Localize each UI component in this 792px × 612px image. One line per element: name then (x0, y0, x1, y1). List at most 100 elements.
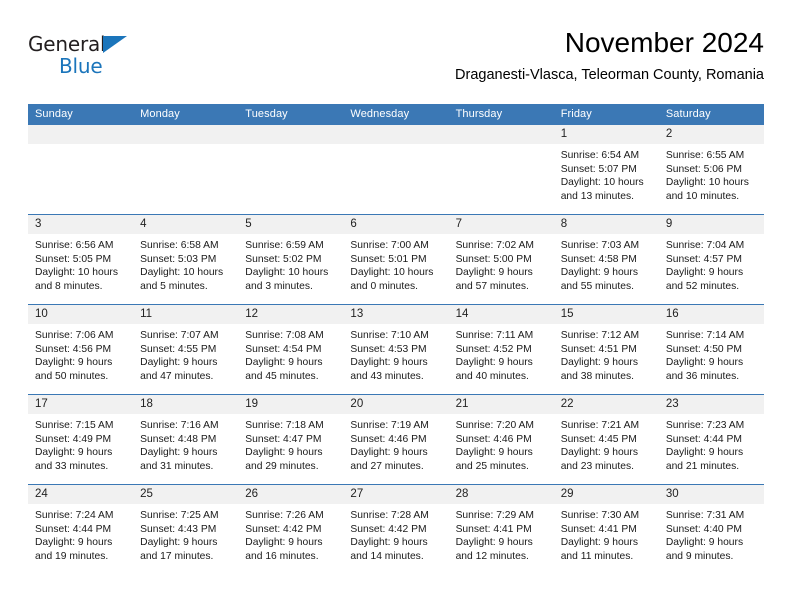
day-cell[interactable]: Sunrise: 7:18 AM Sunset: 4:47 PM Daylight:… (238, 414, 343, 484)
day-number[interactable]: 26 (238, 485, 343, 504)
day-cell[interactable]: Sunrise: 7:06 AM Sunset: 4:56 PM Daylight:… (28, 324, 133, 394)
sunset-text: Sunset: 4:41 PM (455, 523, 532, 535)
day-cell[interactable]: Sunrise: 7:20 AM Sunset: 4:46 PM Daylight:… (449, 414, 554, 484)
day-cell[interactable]: Sunrise: 7:26 AM Sunset: 4:42 PM Daylight:… (238, 504, 343, 574)
day-number[interactable]: 19 (238, 395, 343, 414)
day-cell[interactable]: Sunrise: 7:25 AM Sunset: 4:43 PM Daylight:… (133, 504, 238, 574)
day-number[interactable]: 28 (449, 485, 554, 504)
day-number[interactable]: 22 (554, 395, 659, 414)
weekday-header-row: Sunday Monday Tuesday Wednesday Thursday Frid… (28, 104, 764, 125)
day-number[interactable]: 3 (28, 215, 133, 234)
day-number[interactable]: 1 (554, 125, 659, 144)
day-number[interactable]: 11 (133, 305, 238, 324)
day-number[interactable]: 8 (554, 215, 659, 234)
day-number[interactable]: 13 (343, 305, 448, 324)
day-cell[interactable]: Sunrise: 7:29 AM Sunset: 4:41 PM Daylight:… (449, 504, 554, 574)
daylight-text-cont: and 27 minutes. (350, 460, 424, 472)
day-number[interactable]: 4 (133, 215, 238, 234)
sunrise-text: Sunrise: 7:23 AM (665, 420, 745, 431)
day-cell[interactable]: Sunrise: 7:08 AM Sunset: 4:54 PM Daylight:… (238, 324, 343, 394)
day-cell[interactable]: Sunrise: 6:54 AM Sunset: 5:07 PM Daylight:… (554, 144, 659, 214)
sunset-text: Sunset: 4:50 PM (665, 343, 742, 355)
day-detail-row: Sunrise: 7:24 AM Sunset: 4:44 PM Daylight:… (28, 504, 764, 574)
daylight-text: Daylight: 9 hours (665, 357, 744, 369)
day-number-row: 3456789 (28, 215, 764, 234)
day-number-empty (343, 125, 448, 144)
day-cell[interactable]: Sunrise: 7:31 AM Sunset: 4:40 PM Daylight:… (659, 504, 764, 574)
day-cell[interactable]: Sunrise: 7:04 AM Sunset: 4:57 PM Daylight:… (659, 234, 764, 304)
day-number[interactable]: 15 (554, 305, 659, 324)
day-cell[interactable]: Sunrise: 7:19 AM Sunset: 4:46 PM Daylight:… (343, 414, 448, 484)
generalblue-logo[interactable]: General Blue (28, 34, 178, 84)
sunrise-text: Sunrise: 6:59 AM (245, 240, 324, 251)
day-cell[interactable]: Sunrise: 7:16 AM Sunset: 4:48 PM Daylight:… (133, 414, 238, 484)
sunrise-text: Sunrise: 6:58 AM (140, 240, 219, 251)
day-number[interactable]: 24 (28, 485, 133, 504)
sunset-text: Sunset: 4:45 PM (560, 433, 637, 445)
daylight-text-cont: and 12 minutes. (455, 550, 529, 562)
day-number[interactable]: 10 (28, 305, 133, 324)
day-number[interactable]: 17 (28, 395, 133, 414)
day-number[interactable]: 7 (449, 215, 554, 234)
day-cell[interactable]: Sunrise: 7:02 AM Sunset: 5:00 PM Daylight:… (449, 234, 554, 304)
sunrise-text: Sunrise: 6:56 AM (35, 240, 114, 251)
day-cell[interactable]: Sunrise: 7:14 AM Sunset: 4:50 PM Daylight:… (659, 324, 764, 394)
calendar-week-row: 17 18 19 20 21 22 23 Sunrise: 7:15 AM Sunset: 4:… (28, 394, 764, 484)
day-number[interactable]: 2 (659, 125, 764, 144)
day-number[interactable]: 23 (659, 395, 764, 414)
day-cell[interactable]: Sunrise: 7:12 AM Sunset: 4:51 PM Daylight:… (554, 324, 659, 394)
daylight-text-cont: and 5 minutes. (140, 280, 208, 292)
logo-triangle-icon (103, 36, 127, 53)
daylight-text-cont: and 8 minutes. (35, 280, 103, 292)
day-number[interactable]: 25 (133, 485, 238, 504)
sunrise-text: Sunrise: 7:30 AM (560, 510, 640, 521)
day-number[interactable]: 29 (554, 485, 659, 504)
day-number[interactable]: 18 (133, 395, 238, 414)
day-number[interactable]: 5 (238, 215, 343, 234)
daylight-text-cont: and 43 minutes. (350, 370, 424, 382)
sunrise-text: Sunrise: 7:26 AM (245, 510, 324, 521)
day-number[interactable]: 12 (238, 305, 343, 324)
daylight-text: Daylight: 9 hours (35, 447, 113, 459)
day-cell[interactable]: Sunrise: 7:07 AM Sunset: 4:55 PM Daylight:… (133, 324, 238, 394)
day-number[interactable]: 27 (343, 485, 448, 504)
weekday-header-tuesday: Tuesday (245, 108, 288, 120)
day-cell[interactable]: Sunrise: 7:30 AM Sunset: 4:41 PM Daylight:… (554, 504, 659, 574)
sunrise-text: Sunrise: 7:00 AM (350, 240, 429, 251)
day-cell[interactable]: Sunrise: 7:03 AM Sunset: 4:58 PM Daylight:… (554, 234, 659, 304)
day-number[interactable]: 14 (449, 305, 554, 324)
day-number[interactable]: 6 (343, 215, 448, 234)
daylight-text-cont: and 33 minutes. (35, 460, 109, 472)
daylight-text: Daylight: 9 hours (140, 357, 218, 369)
day-number-empty (28, 125, 133, 144)
day-number-row: 10 11 12 13 14 15 16 (28, 305, 764, 324)
sunset-text: Sunset: 5:00 PM (455, 253, 532, 265)
daylight-text-cont: and 40 minutes. (455, 370, 529, 382)
day-cell[interactable]: Sunrise: 7:15 AM Sunset: 4:49 PM Daylight:… (28, 414, 133, 484)
day-cell[interactable]: Sunrise: 6:55 AM Sunset: 5:06 PM Daylight:… (659, 144, 764, 214)
day-cell[interactable]: Sunrise: 7:24 AM Sunset: 4:44 PM Daylight:… (28, 504, 133, 574)
sunrise-text: Sunrise: 7:25 AM (140, 510, 219, 521)
day-cell-empty (343, 144, 448, 214)
day-cell[interactable]: Sunrise: 7:23 AM Sunset: 4:44 PM Daylight:… (659, 414, 764, 484)
daylight-text-cont: and 52 minutes. (665, 280, 740, 292)
day-cell[interactable]: Sunrise: 7:11 AM Sunset: 4:52 PM Daylight:… (449, 324, 554, 394)
day-cell[interactable]: Sunrise: 7:00 AM Sunset: 5:01 PM Daylight:… (343, 234, 448, 304)
sunrise-text: Sunrise: 7:07 AM (140, 330, 219, 341)
day-number-empty (133, 125, 238, 144)
day-cell[interactable]: Sunrise: 6:59 AM Sunset: 5:02 PM Daylight:… (238, 234, 343, 304)
day-number[interactable]: 16 (659, 305, 764, 324)
day-number[interactable]: 9 (659, 215, 764, 234)
daylight-text-cont: and 57 minutes. (455, 280, 529, 292)
day-cell[interactable]: Sunrise: 6:56 AM Sunset: 5:05 PM Daylight:… (28, 234, 133, 304)
day-cell[interactable]: Sunrise: 7:28 AM Sunset: 4:42 PM Daylight:… (343, 504, 448, 574)
day-number[interactable]: 30 (659, 485, 764, 504)
day-cell[interactable]: Sunrise: 7:10 AM Sunset: 4:53 PM Daylight:… (343, 324, 448, 394)
day-number[interactable]: 20 (343, 395, 448, 414)
sunrise-text: Sunrise: 7:08 AM (245, 330, 324, 341)
day-cell[interactable]: Sunrise: 6:58 AM Sunset: 5:03 PM Daylight:… (133, 234, 238, 304)
day-cell[interactable]: Sunrise: 7:21 AM Sunset: 4:45 PM Daylight:… (554, 414, 659, 484)
daylight-text-cont: and 17 minutes. (140, 550, 214, 562)
day-number[interactable]: 21 (449, 395, 554, 414)
daylight-text-cont: and 9 minutes. (665, 550, 734, 562)
